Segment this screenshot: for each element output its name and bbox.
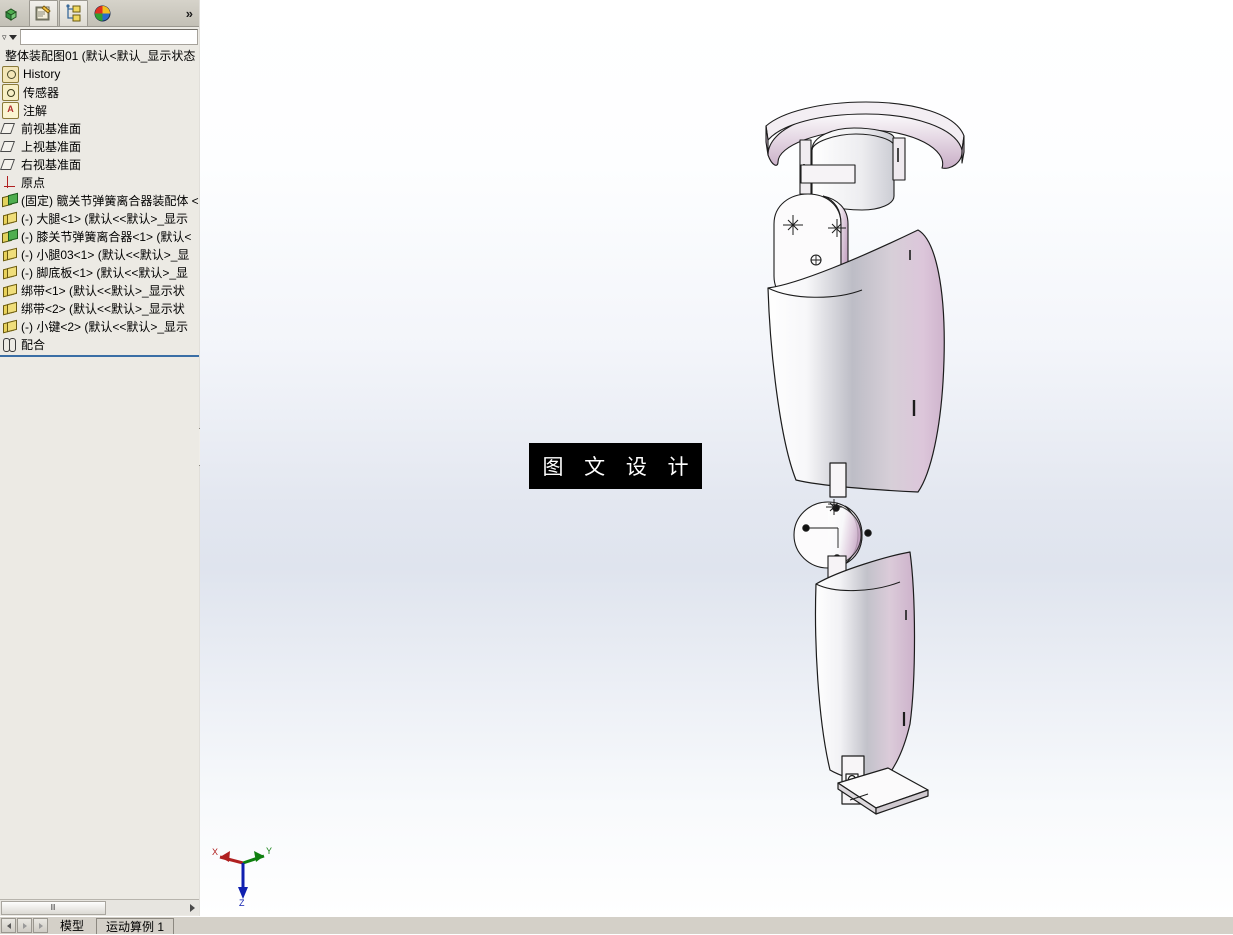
shank-shell (814, 551, 916, 787)
tree-item-label: (-) 小腿03<1> (默认<<默认>_显 (21, 247, 190, 262)
tree-item-small-key[interactable]: (-) 小键<2> (默认<<默认>_显示 (0, 317, 199, 335)
prev-tab-icon[interactable] (1, 918, 16, 933)
triad-x-label: X (212, 847, 218, 857)
sensor-icon (2, 83, 19, 101)
tree-item-label: 上视基准面 (21, 139, 82, 154)
part-icon (2, 319, 17, 334)
mates-icon (2, 337, 17, 352)
toolbar-overflow-button[interactable]: » (186, 7, 193, 20)
tree-root-label[interactable]: 整体装配图01 (默认<默认_显示状态 (0, 47, 199, 65)
tab-model[interactable]: 模型 (51, 918, 94, 934)
part-icon (2, 301, 17, 316)
tree-item-thigh[interactable]: (-) 大腿<1> (默认<<默认>_显示 (0, 209, 199, 227)
plane-icon (2, 157, 17, 172)
next-tab-icon[interactable] (17, 918, 32, 933)
origin-icon (2, 175, 17, 190)
knee-pin-right (864, 529, 872, 537)
layout-sketch-icon[interactable] (29, 0, 58, 27)
tree-item-label: 绑带<1> (默认<<默认>_显示状 (21, 283, 185, 298)
tree-item-strap-2[interactable]: 绑带<2> (默认<<默认>_显示状 (0, 299, 199, 317)
tree-item-label: (-) 膝关节弹簧离合器<1> (默认< (21, 229, 192, 244)
knee-pin-left (802, 524, 810, 532)
tree-item-sensors[interactable]: 传感器 (0, 83, 199, 101)
tree-item-shank03[interactable]: (-) 小腿03<1> (默认<<默认>_显 (0, 245, 199, 263)
waist-band-group (765, 101, 965, 211)
tree-item-label: 原点 (21, 175, 46, 190)
tree-item-knee-clutch[interactable]: (-) 膝关节弹簧离合器<1> (默认< (0, 227, 199, 245)
tree-item-label: 传感器 (23, 85, 60, 100)
tree-item-history[interactable]: History (0, 65, 199, 83)
solidworks-window: » ▿ 整体装配图01 (默认<默认_显示状态 History 传感器 A 注解 (0, 0, 1233, 934)
part-icon (2, 283, 17, 298)
triad-y-label: Y (266, 846, 272, 856)
tree-item-label: 右视基准面 (21, 157, 82, 172)
triad-x-arrow (220, 851, 230, 862)
tree-item-origin[interactable]: 原点 (0, 173, 199, 191)
annotation-icon: A (2, 101, 19, 119)
last-tab-icon[interactable] (33, 918, 48, 933)
right-arrow-icon[interactable] (190, 903, 195, 912)
command-manager-toolbar: » (0, 0, 200, 27)
tab-motion-study-1[interactable]: 运动算例 1 (96, 918, 175, 934)
tree-item-label: 绑带<2> (默认<<默认>_显示状 (21, 301, 185, 316)
tree-item-label: (-) 脚底板<1> (默认<<默认>_显 (21, 265, 189, 280)
tree-selection-divider (0, 355, 199, 357)
tree-item-footplate[interactable]: (-) 脚底板<1> (默认<<默认>_显 (0, 263, 199, 281)
shank-shell-group (814, 551, 916, 787)
assembly-icon[interactable] (1, 1, 28, 26)
evaluate-tree-icon[interactable] (59, 0, 88, 27)
tree-item-label: (-) 小键<2> (默认<<默认>_显示 (21, 319, 189, 334)
tree-item-right-plane[interactable]: 右视基准面 (0, 155, 199, 173)
tree-item-label: 注解 (23, 103, 48, 118)
filter-icon[interactable]: ▿ (2, 32, 7, 43)
tree-item-label: (固定) 髋关节弹簧离合器装配体 < (21, 193, 199, 208)
tree-item-annotations[interactable]: A 注解 (0, 101, 199, 119)
tree-item-hip-clutch-assembly[interactable]: (固定) 髋关节弹簧离合器装配体 < (0, 191, 199, 209)
document-tab-bar: 模型 运动算例 1 (0, 916, 1233, 934)
tree-search-input[interactable] (19, 29, 198, 45)
tree-item-strap-1[interactable]: 绑带<1> (默认<<默认>_显示状 (0, 281, 199, 299)
tree-item-label: 配合 (21, 337, 46, 352)
tree-item-label: (-) 大腿<1> (默认<<默认>_显示 (21, 211, 189, 226)
feature-tree: 整体装配图01 (默认<默认_显示状态 History 传感器 A 注解 前视基… (0, 47, 199, 357)
triad-z-label: Z (239, 898, 245, 907)
watermark-overlay: 图 文 设 计 (529, 443, 702, 489)
tree-item-front-plane[interactable]: 前视基准面 (0, 119, 199, 137)
coordinate-triad: X Y Z (212, 846, 272, 907)
model-3d-view[interactable] (200, 0, 1233, 916)
assembly-icon (2, 192, 18, 208)
plane-icon (2, 121, 17, 136)
thigh-lower-bracket (829, 462, 847, 498)
tree-item-label: 前视基准面 (21, 121, 82, 136)
feature-manager-panel: » ▿ 整体装配图01 (默认<默认_显示状态 History 传感器 A 注解 (0, 0, 200, 916)
assembly-icon (2, 228, 18, 244)
part-icon (2, 247, 17, 262)
render-sphere-icon[interactable] (89, 1, 116, 26)
hip-connector (800, 164, 856, 184)
bracket-tab-right (892, 137, 906, 181)
chevron-down-icon[interactable] (8, 34, 17, 40)
part-icon (2, 265, 17, 280)
tree-item-mates[interactable]: 配合 (0, 335, 199, 353)
plane-icon (2, 139, 17, 154)
tree-item-top-plane[interactable]: 上视基准面 (0, 137, 199, 155)
part-icon (2, 211, 17, 226)
scrollbar-thumb[interactable]: Ⅲ (1, 900, 106, 915)
tree-item-label: History (23, 67, 61, 81)
tree-horizontal-scrollbar[interactable]: Ⅲ (0, 899, 199, 915)
history-icon (2, 65, 19, 83)
tree-filter-bar: ▿ (0, 27, 200, 47)
graphics-viewport[interactable]: 图 文 设 计 X Y Z (200, 0, 1233, 916)
